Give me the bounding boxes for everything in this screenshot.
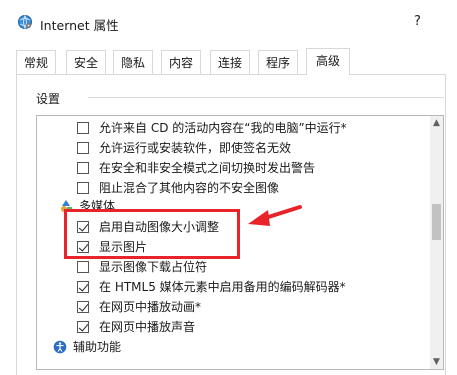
tab-advanced[interactable]: 高级 [306,48,350,75]
annotation-arrow [248,205,302,226]
